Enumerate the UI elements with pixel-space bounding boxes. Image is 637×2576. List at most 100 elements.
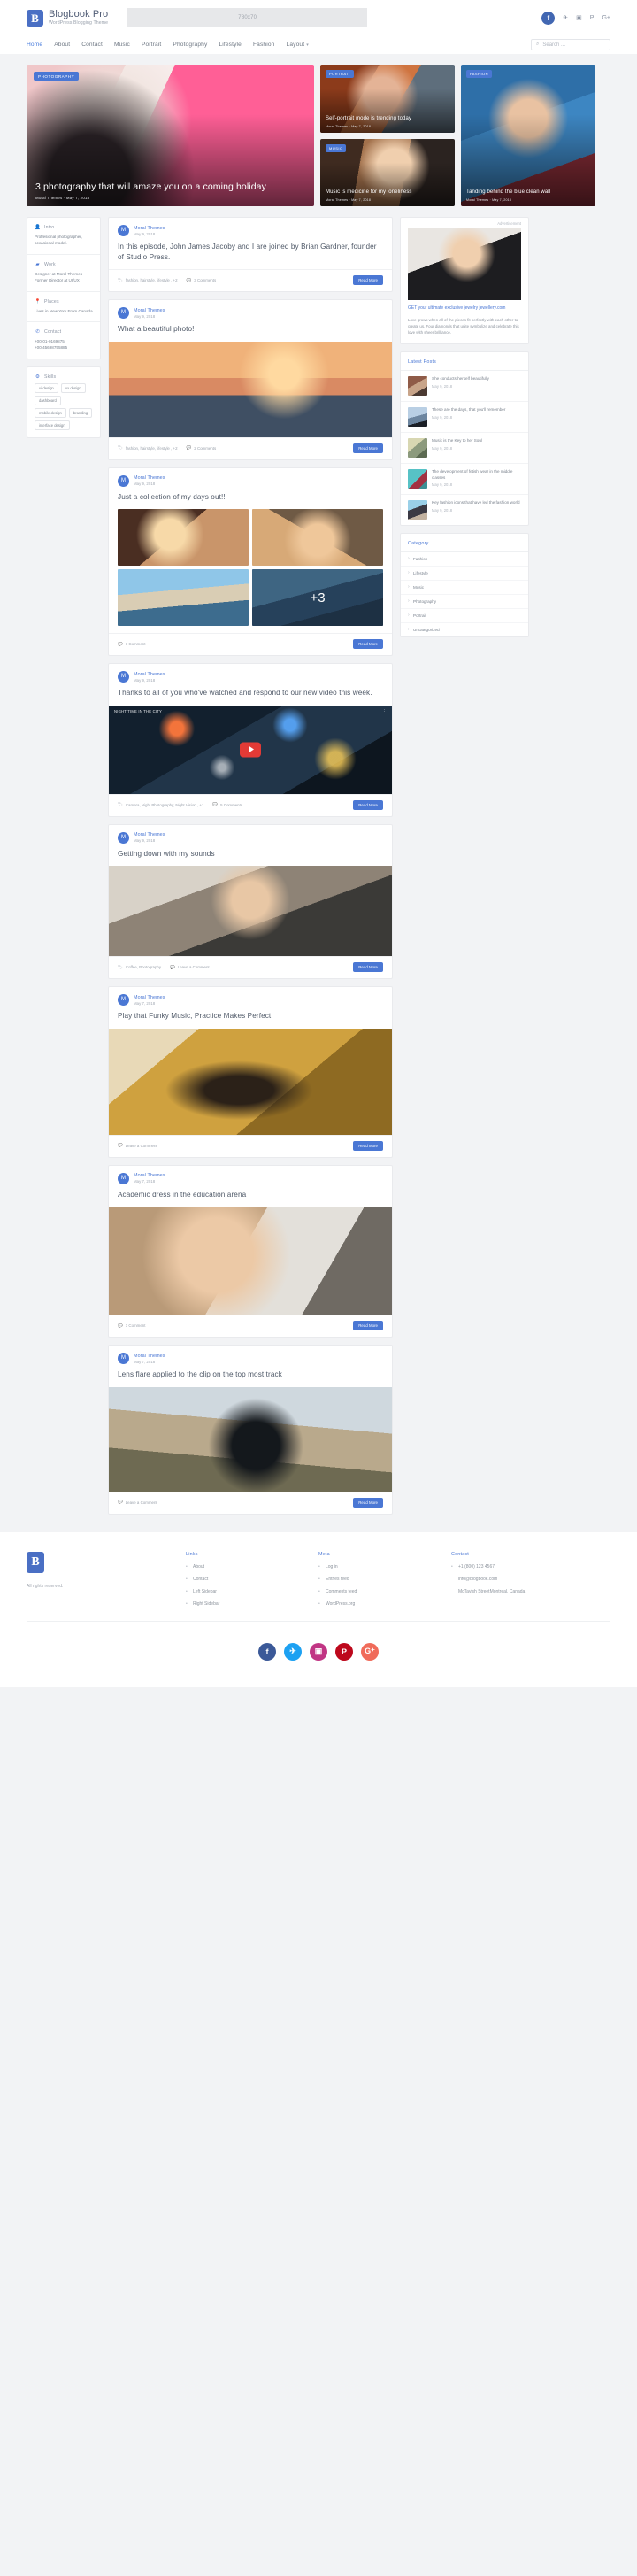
nav-item-about[interactable]: About xyxy=(54,42,70,48)
footer-contact-phone[interactable]: +1 (800) 123 4567 xyxy=(451,1564,584,1570)
read-more-button[interactable]: Read More xyxy=(353,962,383,972)
post-author[interactable]: Moral Themes xyxy=(134,832,165,837)
post-title[interactable]: Play that Funky Music, Practice Makes Pe… xyxy=(118,1011,383,1022)
footer-link-right-sidebar[interactable]: Right Sidebar xyxy=(186,1601,318,1607)
header-ad-banner[interactable]: 780x70 xyxy=(127,8,368,27)
read-more-button[interactable]: Read More xyxy=(353,275,383,285)
post-image[interactable] xyxy=(109,1207,392,1315)
read-more-button[interactable]: Read More xyxy=(353,1497,383,1508)
post-title[interactable]: Thanks to all of you who've watched and … xyxy=(118,688,383,698)
facebook-icon[interactable]: f xyxy=(541,11,556,25)
post-author[interactable]: Moral Themes xyxy=(134,995,165,1000)
post-author[interactable]: Moral Themes xyxy=(134,226,165,231)
advertisement-link[interactable]: GET your ultimate exclusive jewelry jewe… xyxy=(408,305,521,312)
footer-meta-login[interactable]: Log in xyxy=(318,1564,451,1570)
read-more-button[interactable]: Read More xyxy=(353,1140,383,1151)
facebook-icon[interactable]: f xyxy=(258,1642,276,1661)
google-plus-icon[interactable]: G⁺ xyxy=(361,1642,379,1661)
post-tags[interactable]: fashion, hairstyle, lifestyle , +2 xyxy=(126,446,178,451)
post-title[interactable]: What a beautiful photo! xyxy=(118,324,383,335)
nav-item-music[interactable]: Music xyxy=(114,42,130,48)
video-menu-icon[interactable]: ⋮ xyxy=(382,709,387,714)
hero-portrait-card[interactable]: PORTRAIT Self-portrait mode is trending … xyxy=(320,65,455,133)
post-author[interactable]: Moral Themes xyxy=(134,1354,165,1359)
category-item-music[interactable]: Music xyxy=(401,581,528,596)
nav-item-lifestyle[interactable]: Lifestyle xyxy=(219,42,242,48)
list-item[interactable]: Key fashion icons that have led the fash… xyxy=(401,495,528,525)
skill-tag[interactable]: branding xyxy=(68,407,93,418)
read-more-button[interactable]: Read More xyxy=(353,639,383,649)
gallery-more-overlay[interactable]: +3 xyxy=(252,569,383,626)
instagram-icon[interactable]: ▣ xyxy=(310,1642,327,1661)
gallery-image[interactable] xyxy=(118,509,249,566)
footer-meta-wordpress[interactable]: WordPress.org xyxy=(318,1601,451,1607)
list-item[interactable]: The development of fetish wear in the mi… xyxy=(401,464,528,496)
post-title[interactable]: Lens flare applied to the clip on the to… xyxy=(118,1369,383,1380)
twitter-icon[interactable]: ✈ xyxy=(563,14,568,21)
hero-portrait-category-badge[interactable]: PORTRAIT xyxy=(326,70,355,78)
post-comments[interactable]: 1 Comment xyxy=(126,1323,146,1328)
category-item-photography[interactable]: Photography xyxy=(401,595,528,610)
hero-music-category-badge[interactable]: MUSIC xyxy=(326,143,347,152)
post-comments[interactable]: 5 Comments xyxy=(220,803,242,807)
pinterest-icon[interactable]: P xyxy=(590,15,595,21)
hero-main-card[interactable]: PHOTOGRAPHY 3 photography that will amaz… xyxy=(27,65,314,206)
category-item-lifestyle[interactable]: Lifestyle xyxy=(401,567,528,582)
post-title[interactable]: Academic dress in the education arena xyxy=(118,1190,383,1200)
play-button-icon[interactable] xyxy=(240,742,261,757)
post-title[interactable]: In this episode, John James Jacoby and I… xyxy=(118,242,383,262)
site-logo-link[interactable]: B Blogbook Pro WordPress Blogging Theme xyxy=(27,9,108,27)
hero-main-category-badge[interactable]: PHOTOGRAPHY xyxy=(34,72,80,81)
nav-item-portrait[interactable]: Portrait xyxy=(142,42,161,48)
footer-contact-email[interactable]: info@blogbook.com xyxy=(451,1577,584,1582)
post-author[interactable]: Moral Themes xyxy=(134,1173,165,1178)
list-item[interactable]: These are the days, that you'll remember… xyxy=(401,402,528,434)
gallery-image[interactable] xyxy=(252,509,383,566)
post-comments[interactable]: 2 Comments xyxy=(194,446,216,451)
post-tags[interactable]: Coffee, Photography xyxy=(126,965,161,969)
post-author[interactable]: Moral Themes xyxy=(134,308,165,313)
google-plus-icon[interactable]: G+ xyxy=(602,15,610,21)
post-video-player[interactable]: NIGHT TIME IN THE CITY ⋮ xyxy=(109,705,392,794)
category-item-portrait[interactable]: Portrait xyxy=(401,609,528,624)
footer-link-left-sidebar[interactable]: Left Sidebar xyxy=(186,1589,318,1594)
twitter-icon[interactable]: ✈ xyxy=(284,1642,302,1661)
footer-meta-entries-feed[interactable]: Entries feed xyxy=(318,1577,451,1582)
footer-link-contact[interactable]: Contact xyxy=(186,1577,318,1582)
hero-fashion-card[interactable]: FASHION Tanding behind the blue clean wa… xyxy=(461,65,595,206)
post-author[interactable]: Moral Themes xyxy=(134,475,165,481)
post-image[interactable] xyxy=(109,1028,392,1135)
gallery-image[interactable] xyxy=(118,569,249,626)
post-author[interactable]: Moral Themes xyxy=(134,672,165,677)
hero-music-card[interactable]: MUSIC Music is medicine for my lonelines… xyxy=(320,138,455,206)
instagram-icon[interactable]: ▣ xyxy=(576,14,582,21)
post-image[interactable] xyxy=(109,341,392,437)
hero-fashion-category-badge[interactable]: FASHION xyxy=(466,70,493,78)
post-tags[interactable]: fashion, hairstyle, lifestyle , +2 xyxy=(126,278,178,282)
read-more-button[interactable]: Read More xyxy=(353,799,383,810)
footer-meta-comments-feed[interactable]: Comments feed xyxy=(318,1589,451,1594)
post-title[interactable]: Just a collection of my days out!! xyxy=(118,492,383,503)
post-comments[interactable]: Leave a Comment xyxy=(178,965,210,969)
nav-item-contact[interactable]: Contact xyxy=(81,42,103,48)
search-input[interactable]: Search ... xyxy=(542,42,565,48)
read-more-button[interactable]: Read More xyxy=(353,443,383,453)
skill-tag[interactable]: dashboard xyxy=(35,395,61,405)
post-image[interactable] xyxy=(109,1386,392,1492)
footer-logo-icon[interactable]: B xyxy=(27,1551,44,1573)
advertisement-image[interactable] xyxy=(408,228,521,300)
skill-tag[interactable]: mobile design xyxy=(35,407,66,418)
post-image[interactable] xyxy=(109,866,392,956)
nav-item-home[interactable]: Home xyxy=(27,42,42,48)
post-comments[interactable]: 1 Comment xyxy=(126,642,146,646)
nav-item-photography[interactable]: Photography xyxy=(173,42,207,48)
list-item[interactable]: Music is the Key to her Soul May 9, 2018 xyxy=(401,433,528,465)
category-item-uncategorized[interactable]: Uncategorized xyxy=(401,623,528,636)
list-item[interactable]: She conducts herself beautifully May 9, … xyxy=(401,371,528,403)
post-tags[interactable]: Camera, Night Photography, Night Vision … xyxy=(126,803,204,807)
search-box[interactable]: ⌕ Search ... xyxy=(531,39,610,50)
post-title[interactable]: Getting down with my sounds xyxy=(118,849,383,860)
category-item-fashion[interactable]: Fashion xyxy=(401,552,528,567)
nav-item-layout[interactable]: Layout ▾ xyxy=(287,42,309,48)
pinterest-icon[interactable]: P xyxy=(335,1642,353,1661)
